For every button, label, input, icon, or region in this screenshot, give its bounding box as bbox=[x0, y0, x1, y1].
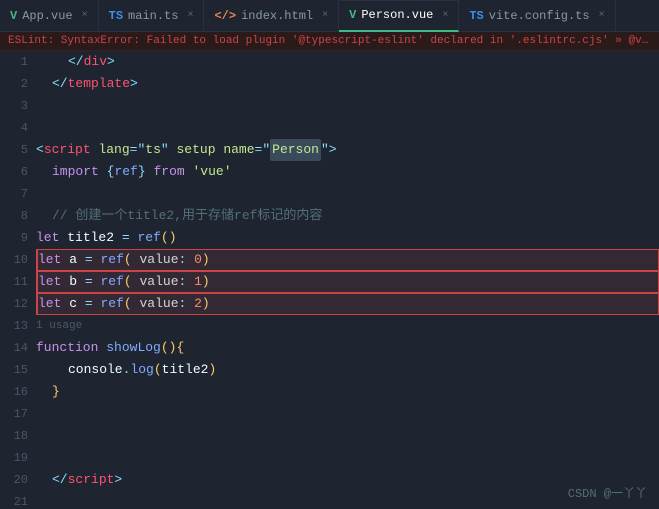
line-num: 8 bbox=[0, 205, 28, 227]
code-line-17 bbox=[36, 403, 659, 425]
error-text: ESLint: SyntaxError: Failed to load plug… bbox=[8, 35, 659, 47]
tab-close-icon[interactable]: × bbox=[187, 10, 193, 21]
tab-label: App.vue bbox=[22, 9, 72, 23]
line-num: 17 bbox=[0, 403, 28, 425]
code-line-1: </div> bbox=[36, 51, 659, 73]
line-numbers: 1 2 3 4 5 6 7 8 9 10 11 12 13 14 15 16 1… bbox=[0, 51, 36, 506]
line-num: 10 bbox=[0, 249, 28, 271]
code-line-8: // 创建一个title2,用于存储ref标记的内容 bbox=[36, 205, 659, 227]
line-num: 6 bbox=[0, 161, 28, 183]
tab-bar: V App.vue × TS main.ts × </> index.html … bbox=[0, 0, 659, 32]
tab-close-icon[interactable]: × bbox=[82, 10, 88, 21]
code-line-20: </script> bbox=[36, 469, 659, 491]
vue-icon: V bbox=[349, 8, 356, 22]
ts-icon: TS bbox=[109, 9, 123, 23]
code-lines: </div> </template> <script lang="ts" set… bbox=[36, 51, 659, 506]
code-line-15: console.log(title2) bbox=[36, 359, 659, 381]
line-num: 21 bbox=[0, 491, 28, 506]
tab-close-icon[interactable]: × bbox=[322, 10, 328, 21]
code-line-21 bbox=[36, 491, 659, 506]
line-num: 3 bbox=[0, 95, 28, 117]
line-num: 9 bbox=[0, 227, 28, 249]
line-num: 16 bbox=[0, 381, 28, 403]
line-num: 13 bbox=[0, 315, 28, 337]
code-line-2: </template> bbox=[36, 73, 659, 95]
code-line-12: let c = ref( value: 2 ) bbox=[36, 293, 659, 315]
code-line-7 bbox=[36, 183, 659, 205]
line-num: 4 bbox=[0, 117, 28, 139]
code-line-11: let b = ref( value: 1 ) bbox=[36, 271, 659, 293]
code-line-9: let title2 = ref() bbox=[36, 227, 659, 249]
footer-text: CSDN @一丫丫 bbox=[568, 487, 647, 501]
tab-person-vue[interactable]: V Person.vue × bbox=[339, 0, 459, 32]
code-line-4 bbox=[36, 117, 659, 139]
line-num: 12 bbox=[0, 293, 28, 315]
line-num: 2 bbox=[0, 73, 28, 95]
html-icon: </> bbox=[214, 9, 236, 23]
tab-label: vite.config.ts bbox=[489, 9, 590, 23]
code-line-6: import {ref} from 'vue' bbox=[36, 161, 659, 183]
code-line-16: } bbox=[36, 381, 659, 403]
tab-label: index.html bbox=[241, 9, 313, 23]
code-line-18 bbox=[36, 425, 659, 447]
tab-main-ts[interactable]: TS main.ts × bbox=[99, 0, 205, 32]
code-line-3 bbox=[36, 95, 659, 117]
code-line-14: function showLog(){ bbox=[36, 337, 659, 359]
ts-icon: TS bbox=[469, 9, 483, 23]
tab-app-vue[interactable]: V App.vue × bbox=[0, 0, 99, 32]
tab-label: Person.vue bbox=[361, 8, 433, 22]
line-num: 14 bbox=[0, 337, 28, 359]
line-num: 19 bbox=[0, 447, 28, 469]
line-num: 11 bbox=[0, 271, 28, 293]
vue-icon: V bbox=[10, 9, 17, 23]
code-line-5: <script lang="ts" setup name="Person" > bbox=[36, 139, 659, 161]
code-line-19 bbox=[36, 447, 659, 469]
code-area: 1 2 3 4 5 6 7 8 9 10 11 12 13 14 15 16 1… bbox=[0, 51, 659, 506]
tab-close-icon[interactable]: × bbox=[599, 10, 605, 21]
code-line-10: let a = ref( value: 0 ) bbox=[36, 249, 659, 271]
tab-vite-config-ts[interactable]: TS vite.config.ts × bbox=[459, 0, 615, 32]
footer-watermark: CSDN @一丫丫 bbox=[568, 484, 647, 501]
error-bar: ESLint: SyntaxError: Failed to load plug… bbox=[0, 32, 659, 51]
line-num: 7 bbox=[0, 183, 28, 205]
line-num: 5 bbox=[0, 139, 28, 161]
tab-label: main.ts bbox=[128, 9, 178, 23]
tab-index-html[interactable]: </> index.html × bbox=[204, 0, 339, 32]
line-num: 15 bbox=[0, 359, 28, 381]
line-num: 1 bbox=[0, 51, 28, 73]
line-num: 20 bbox=[0, 469, 28, 491]
line-num: 18 bbox=[0, 425, 28, 447]
tab-close-icon[interactable]: × bbox=[442, 10, 448, 21]
code-line-13: 1 usage bbox=[36, 315, 659, 337]
